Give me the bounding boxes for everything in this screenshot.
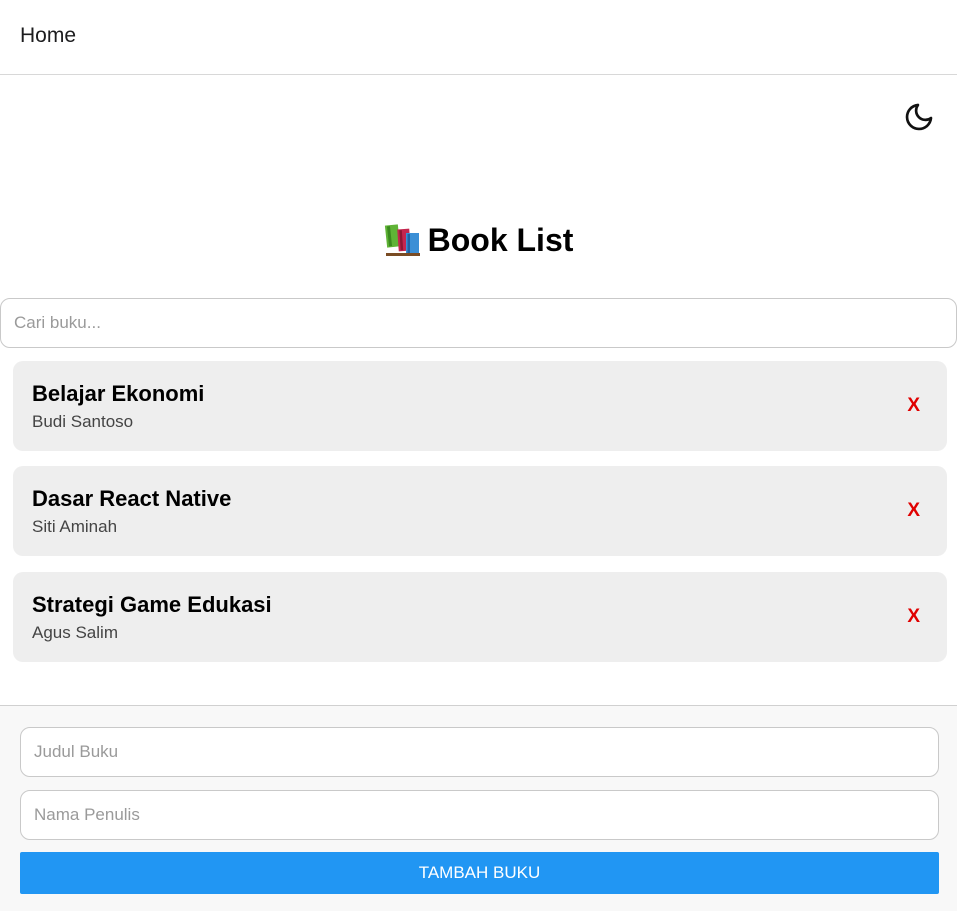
search-input[interactable] — [0, 298, 957, 348]
navigation-header: Home — [0, 0, 957, 75]
delete-book-button[interactable]: X — [907, 606, 920, 628]
author-name-input[interactable] — [20, 790, 939, 840]
header-title: Home — [20, 24, 77, 47]
book-item: Belajar Ekonomi Budi Santoso X — [13, 361, 947, 451]
book-title: Strategi Game Edukasi — [32, 592, 272, 617]
page-title: Book List — [0, 218, 957, 262]
book-author: Budi Santoso — [32, 412, 134, 431]
books-icon — [384, 223, 420, 256]
delete-book-button[interactable]: X — [907, 395, 920, 417]
add-book-button[interactable]: TAMBAH BUKU — [20, 852, 939, 894]
moon-icon — [905, 103, 933, 131]
add-book-form: TAMBAH BUKU — [0, 705, 957, 911]
book-item: Strategi Game Edukasi Agus Salim X — [13, 572, 947, 662]
page-title-text: Book List — [427, 222, 574, 258]
book-title-input[interactable] — [20, 727, 939, 777]
delete-book-button[interactable]: X — [907, 500, 920, 522]
book-title: Belajar Ekonomi — [32, 381, 205, 406]
theme-toggle-button[interactable] — [903, 101, 935, 133]
book-author: Siti Aminah — [32, 517, 118, 536]
book-title: Dasar React Native — [32, 486, 232, 511]
book-author: Agus Salim — [32, 623, 118, 642]
book-item: Dasar React Native Siti Aminah X — [13, 466, 947, 556]
